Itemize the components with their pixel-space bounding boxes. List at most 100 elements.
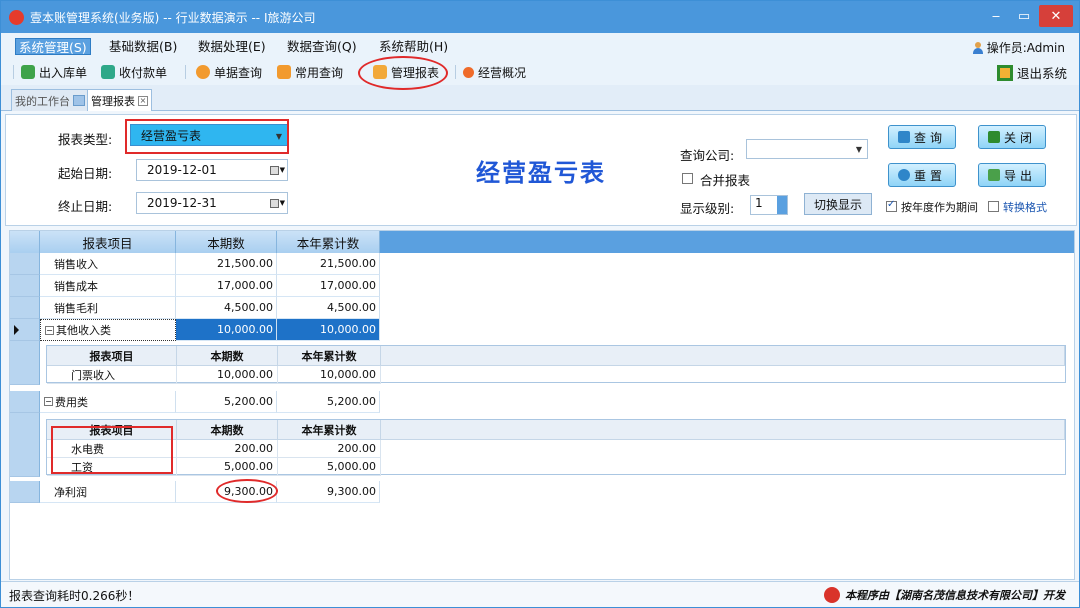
detail-row-ytd[interactable]: 200.00 [278,440,381,458]
row-indicator [10,413,40,477]
operator-info: 操作员:Admin [972,39,1065,56]
business-overview-button[interactable]: 经营概况 [463,63,526,81]
exit-system-label: 退出系统 [1016,66,1067,81]
detail-row-name[interactable]: 门票收入 [47,366,177,384]
start-date-label: 起始日期: [58,166,113,181]
row-current[interactable]: 4,500.00 [176,297,277,319]
row-indicator[interactable] [10,253,40,275]
tab-management-report-label: 管理报表 [91,94,135,108]
end-date-value: 2019-12-31 [147,196,217,210]
row-name-expandable[interactable]: − 费用类 [40,391,176,413]
convert-format-checkbox[interactable] [988,201,999,212]
detail-header-item[interactable]: 报表项目 [47,346,177,366]
menu-system[interactable]: 系统管理(S) [15,38,91,55]
close-tab-icon[interactable]: × [138,95,148,106]
merge-report-checkbox[interactable] [682,173,693,184]
detail-row-current[interactable]: 10,000.00 [177,366,278,384]
row-indicator[interactable] [10,481,40,503]
stock-in-out-button[interactable]: 出入库单 [21,63,87,81]
collapse-icon[interactable]: − [44,397,53,406]
detail-header-current[interactable]: 本期数 [177,346,278,366]
reset-button[interactable]: 重置 [888,163,956,187]
column-header-current[interactable]: 本期数 [176,231,277,253]
payment-receipt-label: 收付款单 [119,65,168,80]
document-query-label: 单据查询 [214,65,263,80]
row-name[interactable]: 销售成本 [40,275,176,297]
row-ytd[interactable]: 4,500.00 [277,297,380,319]
detail-row-current[interactable]: 200.00 [177,440,278,458]
row-name[interactable]: 销售毛利 [40,297,176,319]
report-grid: 报表项目 本期数 本年累计数 销售收入 21,500.00 21,500.00 … [9,230,1075,580]
row-ytd[interactable]: 10,000.00 [277,319,380,341]
display-level-stepper[interactable]: 1 [750,195,788,215]
common-query-button[interactable]: 常用查询 [277,63,343,81]
calendar-icon [270,199,279,208]
tab-management-report[interactable]: 管理报表 × [87,89,152,111]
display-level-label: 显示级别: [680,201,735,216]
close-button[interactable]: 关闭 [978,125,1046,149]
column-header-item[interactable]: 报表项目 [40,231,176,253]
chevron-down-icon: ▼ [279,166,285,174]
row-indicator [10,341,40,385]
tab-workbench[interactable]: 我的工作台 [11,89,89,111]
report-title: 经营盈亏表 [476,159,606,187]
title-bar: 壹本账管理系统(业务版) -- 行业数据演示 -- I旅游公司 ‒ ▭ ✕ [1,1,1079,33]
maximize-button[interactable]: ▭ [1011,5,1037,27]
menu-base-data[interactable]: 基础数据(B) [109,38,177,55]
annotation-circle-toolbar [358,56,448,90]
payment-receipt-button[interactable]: 收付款单 [101,63,167,81]
annotation-circle-net-profit [216,479,278,503]
detail-header-ytd[interactable]: 本年累计数 [278,346,381,366]
toolbar-separator [185,65,186,79]
minimize-button[interactable]: ‒ [983,5,1009,27]
tab-strip: 我的工作台 管理报表 × [1,85,1079,111]
exit-door-icon [987,131,1000,143]
start-date-picker[interactable]: 2019-12-01 ▼ [136,159,288,181]
row-current[interactable]: 21,500.00 [176,253,277,275]
row-name[interactable]: 净利润 [40,481,176,503]
row-name-expandable[interactable]: − 其他收入类 [40,319,176,341]
row-ytd[interactable]: 21,500.00 [277,253,380,275]
detail-header-current[interactable]: 本期数 [177,420,278,440]
row-indicator[interactable] [10,275,40,297]
row-ytd[interactable]: 5,200.00 [277,391,380,413]
row-ytd[interactable]: 17,000.00 [277,275,380,297]
detail-header-ytd[interactable]: 本年累计数 [278,420,381,440]
menu-data-processing[interactable]: 数据处理(E) [198,38,266,55]
close-window-button[interactable]: ✕ [1039,5,1073,27]
row-indicator[interactable] [10,391,40,413]
row-current[interactable]: 10,000.00 [176,319,277,341]
report-type-label: 报表类型: [58,132,113,147]
menu-help[interactable]: 系统帮助(H) [379,38,448,55]
header-filler [380,231,1074,253]
row-ytd[interactable]: 9,300.00 [277,481,380,503]
detail-row-current[interactable]: 5,000.00 [177,458,278,476]
exit-system-button[interactable]: 退出系统 [996,63,1067,82]
status-bar: 报表查询耗时0.266秒！ 本程序由【湖南名茂信息技术有限公司】开发 [1,581,1079,607]
overview-icon [463,66,474,78]
spin-button-icon[interactable] [777,196,787,214]
export-button[interactable]: 导出 [978,163,1046,187]
row-indicator-current[interactable] [10,319,40,341]
switch-display-button[interactable]: 切换显示 [804,193,872,215]
document-query-button[interactable]: 单据查询 [196,63,262,81]
year-period-checkbox[interactable] [886,199,897,212]
query-button[interactable]: 查询 [888,125,956,149]
row-indicator[interactable] [10,297,40,319]
detail-row-ytd[interactable]: 5,000.00 [278,458,381,476]
company-select[interactable]: ▼ [746,139,868,159]
row-current[interactable]: 17,000.00 [176,275,277,297]
home-icon [73,95,85,106]
menu-data-query[interactable]: 数据查询(Q) [287,38,357,55]
status-text: 报表查询耗时0.266秒！ [9,589,140,603]
row-current[interactable]: 5,200.00 [176,391,277,413]
row-indicator-header [10,231,40,253]
year-period-label: 按年度作为期间 [901,201,978,214]
end-date-picker[interactable]: 2019-12-31 ▼ [136,192,288,214]
tab-workbench-label: 我的工作台 [15,94,70,108]
detail-row-ytd[interactable]: 10,000.00 [278,366,381,384]
collapse-icon[interactable]: − [45,325,54,335]
row-name[interactable]: 销售收入 [40,253,176,275]
column-header-ytd[interactable]: 本年累计数 [277,231,380,253]
window-title: 壹本账管理系统(业务版) -- 行业数据演示 -- I旅游公司 [30,10,316,25]
